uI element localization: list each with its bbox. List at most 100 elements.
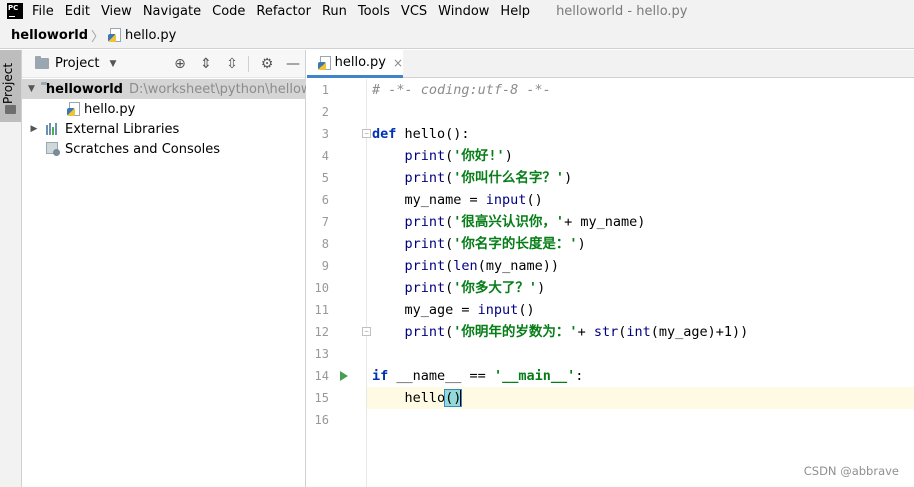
window-title: helloworld - hello.py [556, 3, 688, 19]
code-token: def [372, 126, 397, 142]
code-token: () [444, 389, 463, 407]
code-line[interactable]: print(len(my_name)) [367, 255, 914, 277]
menu-edit[interactable]: Edit [65, 4, 90, 19]
tree-item-external-libraries[interactable]: ▶ External Libraries [22, 119, 306, 139]
code-token: __name__ == [388, 368, 494, 384]
code-line[interactable]: if __name__ == '__main__': [367, 365, 914, 387]
editor-gutter[interactable]: 1 2 3 4 5 6 7 8 9 10 11 12 13 14 15 16− − [307, 79, 371, 487]
tool-window-stripe: Project [0, 50, 22, 487]
tree-item-label: External Libraries [65, 121, 180, 137]
code-token: (my_name)) [477, 258, 559, 274]
tab-hello-py[interactable]: hello.py × [307, 50, 403, 78]
menu-run[interactable]: Run [322, 4, 347, 19]
code-token: print [404, 236, 446, 252]
project-panel: Project ▼ ⊕ ⇕ ⇳ ⚙ — ▼ helloworld D:\work… [22, 50, 306, 487]
code-token: (my_age)+1)) [650, 324, 749, 340]
text-caret [460, 390, 462, 406]
tree-root-helloworld[interactable]: ▼ helloworld D:\worksheet\python\hellowo [22, 79, 306, 99]
line-number: 5 [321, 171, 329, 185]
code-token: '__main__' [493, 368, 576, 384]
expand-all-icon[interactable]: ⇕ [198, 56, 214, 72]
code-line[interactable]: def hello(): [367, 123, 914, 145]
project-tool-tab-label: Project [1, 62, 15, 104]
code-token: if [372, 368, 389, 384]
menu-file[interactable]: File [32, 4, 54, 19]
code-line[interactable]: # -*- coding:utf-8 -*- [367, 79, 914, 101]
run-icon[interactable] [340, 371, 348, 381]
tree-item-label: hello.py [84, 101, 136, 117]
code-line[interactable]: print('你名字的长度是：') [367, 233, 914, 255]
tree-item-hello-py[interactable]: hello.py [22, 99, 306, 119]
code-token: print [404, 214, 446, 230]
tree-root-label: helloworld [45, 81, 123, 97]
gear-icon[interactable]: ⚙ [259, 56, 275, 72]
code-token: () [526, 192, 543, 208]
code-token: input [485, 192, 527, 208]
code-line[interactable]: print('你叫什么名字？') [367, 167, 914, 189]
breadcrumb-project[interactable]: helloworld [11, 28, 88, 43]
code-area[interactable]: # -*- coding:utf-8 -*- def hello(): print… [367, 79, 914, 487]
pycharm-logo-icon[interactable]: PC [7, 3, 23, 19]
menu-vcs[interactable]: VCS [401, 4, 427, 19]
code-token: print [404, 258, 446, 274]
code-token: () [518, 302, 535, 318]
code-token: hello [372, 390, 446, 406]
code-line[interactable]: my_age = input() [367, 299, 914, 321]
code-line[interactable]: my_name = input() [367, 189, 914, 211]
code-token: str [593, 324, 619, 340]
code-token: ) [504, 148, 513, 164]
code-line[interactable]: print('你明年的岁数为：'+ str(int(my_age)+1)) [367, 321, 914, 343]
code-token: ) [537, 280, 546, 296]
code-token: + my_name) [564, 214, 646, 230]
menu-navigate[interactable]: Navigate [143, 4, 201, 19]
code-line[interactable]: print('你多大了？') [367, 277, 914, 299]
scratches-icon [46, 142, 60, 156]
project-panel-header: Project ▼ ⊕ ⇕ ⇳ ⚙ — [22, 50, 305, 78]
code-token: my_name = [372, 192, 486, 208]
line-number: 15 [314, 391, 329, 405]
watermark: CSDN @abbrave [803, 464, 899, 478]
code-line[interactable]: print('很高兴认识你，'+ my_name) [367, 211, 914, 233]
menu-help[interactable]: Help [500, 4, 530, 19]
code-line[interactable]: print('你好!') [367, 145, 914, 167]
code-line[interactable] [367, 343, 914, 365]
code-token: print [404, 280, 446, 296]
code-token: '你好!' [453, 148, 505, 164]
chevron-down-icon[interactable]: ▼ [28, 84, 35, 94]
breadcrumb: helloworld 〉 hello.py [0, 22, 914, 49]
tree-item-scratches[interactable]: Scratches and Consoles [22, 139, 306, 159]
menu-window[interactable]: Window [438, 4, 489, 19]
folder-icon [35, 56, 49, 69]
python-file-icon [318, 55, 331, 70]
line-number: 8 [321, 237, 329, 251]
menu-view[interactable]: View [101, 4, 132, 19]
line-number: 13 [314, 347, 329, 361]
menu-code[interactable]: Code [212, 4, 245, 19]
project-tool-tab[interactable]: Project [0, 50, 21, 122]
code-line[interactable] [367, 101, 914, 123]
code-line[interactable] [367, 409, 914, 431]
code-token: hello(): [396, 126, 470, 142]
code-token: my_age = [372, 302, 478, 318]
python-file-icon [108, 28, 122, 42]
chevron-down-icon[interactable]: ▼ [109, 59, 116, 69]
hide-icon[interactable]: — [285, 56, 301, 72]
toolbar-divider [248, 56, 249, 72]
code-token: + [577, 324, 594, 340]
menu-tools[interactable]: Tools [358, 4, 390, 19]
project-panel-toolbar: ⊕ ⇕ ⇳ ⚙ — [162, 50, 301, 78]
collapse-all-icon[interactable]: ⇳ [224, 56, 240, 72]
chevron-right-icon[interactable]: ▶ [28, 124, 40, 134]
locate-icon[interactable]: ⊕ [172, 56, 188, 72]
line-number: 14 [314, 369, 329, 383]
project-view-selector[interactable]: Project [55, 56, 99, 71]
menu-refactor[interactable]: Refactor [256, 4, 311, 19]
line-number: 6 [321, 193, 329, 207]
close-icon[interactable]: × [393, 56, 403, 70]
breadcrumb-file[interactable]: hello.py [108, 28, 176, 43]
code-line[interactable]: hello() [367, 387, 914, 409]
